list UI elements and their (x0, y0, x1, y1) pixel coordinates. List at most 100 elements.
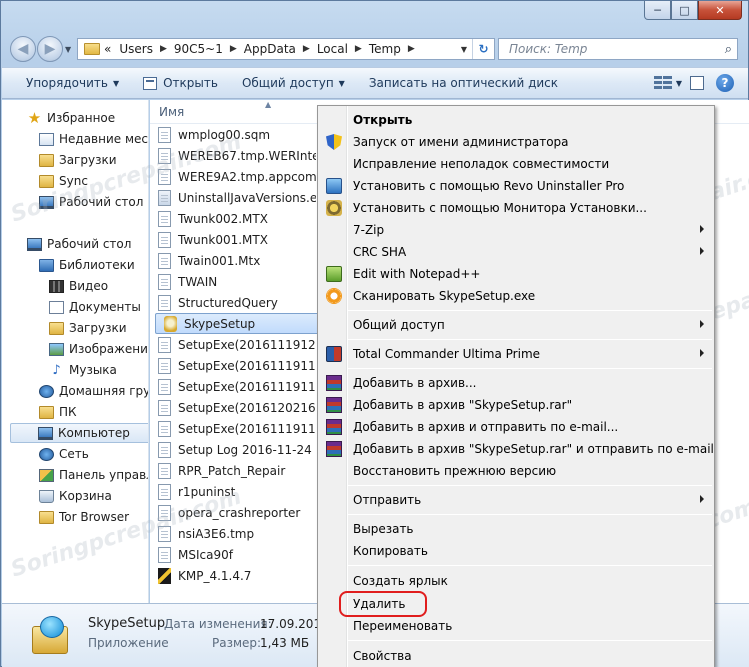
nav-pc[interactable]: ПК (39, 402, 77, 422)
breadcrumb-separator-icon[interactable]: ▶ (355, 44, 362, 54)
menu-properties[interactable]: Свойства (320, 645, 712, 667)
nav-video[interactable]: Видео (49, 276, 108, 296)
file-row-selected[interactable]: SkypeSetup (155, 313, 321, 334)
submenu-arrow-icon (700, 320, 704, 328)
file-row[interactable]: UninstallJavaVersions.exe (150, 187, 316, 208)
file-row[interactable]: Twain001.Mtx (150, 250, 316, 271)
menu-open[interactable]: Открыть (320, 109, 712, 131)
forward-button[interactable]: ▶ (37, 36, 63, 62)
search-icon[interactable]: ⌕ (725, 42, 732, 57)
minimize-button[interactable]: ─ (644, 1, 671, 20)
menu-troubleshoot-compatibility[interactable]: Исправление неполадок совместимости (320, 153, 712, 175)
menu-create-shortcut[interactable]: Создать ярлык (320, 570, 712, 592)
nav-homegroup[interactable]: Домашняя гру (39, 381, 148, 401)
nav-desktop[interactable]: Рабочий стол (27, 234, 131, 254)
breadcrumb-users[interactable]: Users (119, 42, 153, 56)
nav-desktop-favorite[interactable]: Рабочий стол (39, 192, 143, 212)
breadcrumb-local[interactable]: Local (317, 42, 348, 56)
file-row[interactable]: MSIca90f (150, 544, 316, 565)
file-row[interactable]: wmplog00.sqm (150, 124, 316, 145)
breadcrumb-appdata[interactable]: AppData (244, 42, 296, 56)
maximize-button[interactable]: □ (671, 1, 698, 20)
menu-rename[interactable]: Переименовать (320, 615, 712, 637)
close-button[interactable]: ✕ (698, 1, 742, 20)
file-row[interactable]: Twunk001.MTX (150, 229, 316, 250)
menu-send-to[interactable]: Отправить (320, 489, 712, 511)
menu-crc-sha[interactable]: CRC SHA (320, 241, 712, 263)
open-button[interactable]: Открыть (131, 68, 230, 98)
file-row[interactable]: TWAIN (150, 271, 316, 292)
menu-edit-notepadpp[interactable]: Edit with Notepad++ (320, 263, 712, 285)
breadcrumb-separator-icon[interactable]: ▶ (303, 44, 310, 54)
share-button[interactable]: Общий доступ ▼ (230, 68, 357, 98)
nav-documents[interactable]: Документы (49, 297, 141, 317)
address-overflow-chevron[interactable]: « (104, 42, 111, 56)
menu-run-as-admin[interactable]: Запуск от имени администратора (320, 131, 712, 153)
preview-pane-icon[interactable] (690, 76, 704, 90)
file-row[interactable]: nsiA3E6.tmp (150, 523, 316, 544)
winrar-icon (326, 419, 342, 435)
file-row[interactable]: opera_crashreporter (150, 502, 316, 523)
file-row[interactable]: KMP_4.1.4.7 (150, 565, 316, 586)
nav-control-panel[interactable]: Панель управл (39, 465, 148, 485)
nav-downloads[interactable]: Загрузки (39, 150, 117, 170)
file-row[interactable]: SetupExe(20161202165502 (150, 397, 316, 418)
file-row[interactable]: RPR_Patch_Repair (150, 460, 316, 481)
menu-cut[interactable]: Вырезать (320, 518, 712, 540)
nav-recycle-bin[interactable]: Корзина (39, 486, 112, 506)
organize-button[interactable]: Упорядочить ▼ (2, 68, 131, 98)
address-bar[interactable]: « Users ▶ 90C5~1 ▶ AppData ▶ Local ▶ Temp ▶ ▼… (77, 38, 495, 60)
nav-tor-browser[interactable]: Tor Browser (39, 507, 129, 527)
menu-rar-add[interactable]: Добавить в архив... (320, 372, 712, 394)
menu-install-revo[interactable]: Установить с помощью Revo Uninstaller Pr… (320, 175, 712, 197)
recent-pages-dropdown-icon[interactable]: ▼ (65, 45, 71, 54)
help-icon[interactable]: ? (716, 74, 734, 92)
exe-icon (158, 189, 171, 206)
menu-copy[interactable]: Копировать (320, 540, 712, 562)
file-row[interactable]: WERE9A2.tmp.appcompat.txt (150, 166, 316, 187)
file-row[interactable]: SetupExe(20161119121311 (150, 334, 316, 355)
breadcrumb-separator-icon[interactable]: ▶ (408, 44, 415, 54)
menu-share[interactable]: Общий доступ (320, 314, 712, 336)
nav-sync[interactable]: Sync (39, 171, 88, 191)
change-view-icon[interactable] (653, 76, 672, 90)
file-row[interactable]: r1puninst (150, 481, 316, 502)
file-row[interactable]: Setup Log 2016-11-24 #001 (150, 439, 316, 460)
back-button[interactable]: ◀ (10, 36, 36, 62)
file-name: WEREB67.tmp.WERInternalMetadata.xml (178, 148, 316, 163)
menu-7zip[interactable]: 7-Zip (320, 219, 712, 241)
address-history-dropdown-icon[interactable]: ▼ (456, 45, 472, 54)
nav-favorites[interactable]: ★ Избранное (27, 108, 115, 128)
menu-install-monitor[interactable]: Установить с помощью Монитора Установки.… (320, 197, 712, 219)
file-name: UninstallJavaVersions.exe (178, 190, 316, 205)
nav-computer[interactable]: Компьютер (10, 423, 148, 443)
file-row[interactable]: SetupExe(20161119115643 (150, 418, 316, 439)
file-row[interactable]: SetupExe(20161119113536 (150, 376, 316, 397)
nav-pictures[interactable]: Изображени (49, 339, 148, 359)
nav-network[interactable]: Сеть (39, 444, 89, 464)
menu-restore-previous[interactable]: Восстановить прежнюю версию (320, 460, 712, 482)
breadcrumb-separator-icon[interactable]: ▶ (160, 44, 167, 54)
menu-rar-add-named[interactable]: Добавить в архив "SkypeSetup.rar" (320, 394, 712, 416)
menu-rar-add-named-email[interactable]: Добавить в архив "SkypeSetup.rar" и отпр… (320, 438, 714, 460)
nav-recent-places[interactable]: Недавние мест (39, 129, 148, 149)
nav-libraries[interactable]: Библиотеки (39, 255, 135, 275)
file-row[interactable]: Twunk002.MTX (150, 208, 316, 229)
view-dropdown-icon[interactable]: ▼ (676, 79, 682, 88)
menu-delete[interactable]: Удалить (320, 593, 712, 615)
refresh-icon[interactable]: ↻ (472, 39, 494, 59)
menu-rar-add-email[interactable]: Добавить в архив и отправить по e-mail..… (320, 416, 712, 438)
breadcrumb-separator-icon[interactable]: ▶ (230, 44, 237, 54)
file-row[interactable]: SetupExe(20161119113718 (150, 355, 316, 376)
breadcrumb-temp[interactable]: Temp (369, 42, 401, 56)
file-row[interactable]: StructuredQuery (150, 292, 316, 313)
file-row[interactable]: WEREB67.tmp.WERInternalMetadata.xml (150, 145, 316, 166)
menu-total-commander[interactable]: Total Commander Ultima Prime (320, 343, 712, 365)
column-name-header[interactable]: Имя (150, 105, 184, 119)
nav-music[interactable]: ♪ Музыка (49, 360, 117, 380)
burn-button[interactable]: Записать на оптический диск (357, 68, 570, 98)
search-input[interactable]: Поиск: Temp ⌕ (498, 38, 738, 60)
breadcrumb-90c5[interactable]: 90C5~1 (174, 42, 223, 56)
nav-downloads-library[interactable]: Загрузки (49, 318, 127, 338)
menu-scan-file[interactable]: Сканировать SkypeSetup.exe (320, 285, 712, 307)
